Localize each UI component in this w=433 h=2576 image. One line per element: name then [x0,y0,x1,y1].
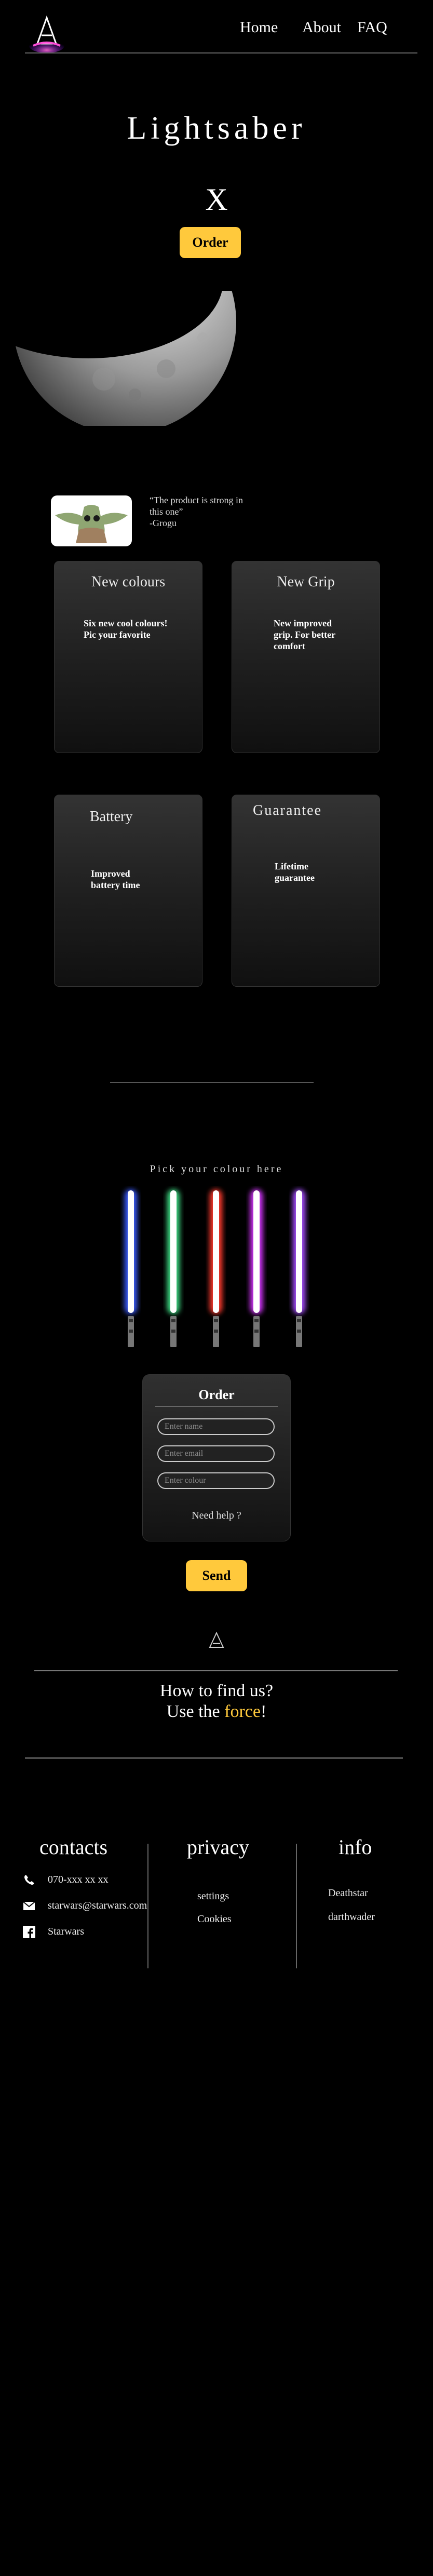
facebook-icon [23,1926,35,1938]
lightsaber-option[interactable] [163,1186,184,1363]
email-input[interactable] [157,1445,275,1462]
find-us-heading: How to find us? [159,1681,274,1700]
footer-divider [25,1757,403,1759]
feature-card-battery: Battery Improved battery time [54,795,202,987]
feature-card-title: New Grip [277,574,335,590]
nav-about-link[interactable]: About [302,19,341,36]
feature-card-title: Guarantee [253,802,322,819]
footer-column-divider [147,1844,148,1968]
order-form-title: Order [198,1387,235,1402]
colour-picker-label: Pick your colour here [150,1163,283,1175]
contact-facebook[interactable]: Starwars [48,1926,84,1938]
feature-card-title: New colours [91,574,166,590]
footer-column-divider [296,1844,297,1968]
close-x-icon[interactable]: X [0,182,433,218]
lightsaber-option[interactable] [120,1186,141,1363]
small-logo-icon [209,1631,224,1648]
privacy-settings-link[interactable]: settings [197,1890,229,1902]
force-highlight: force [224,1702,261,1721]
lightsaber-option[interactable] [206,1186,226,1363]
find-us-prefix: Use the [166,1702,225,1721]
testimonial-author: -Grogu [150,518,177,528]
brand-logo[interactable] [26,14,67,55]
order-form-divider [155,1406,278,1407]
lightsaber-option[interactable] [289,1186,309,1363]
feature-card-colours: New colours Six new cool colours! Pic yo… [54,561,202,753]
nav-faq-link[interactable]: FAQ [357,19,387,36]
mail-icon [23,1901,35,1910]
order-form: Order Need help ? [142,1374,291,1541]
feature-card-text: Lifetime guarantee [275,861,315,883]
phone-icon [24,1875,34,1885]
order-button[interactable]: Order [180,227,241,258]
feature-card-text: Improved battery time [91,868,140,890]
feature-card-grip: New Grip New improved grip. For better c… [232,561,380,753]
info-darthwader-link[interactable]: darthwader [328,1911,375,1923]
send-button[interactable]: Send [186,1560,247,1591]
feature-card-guarantee: Guarantee Lifetime guarantee [232,795,380,987]
privacy-cookies-link[interactable]: Cookies [197,1913,232,1925]
need-help-link[interactable]: Need help ? [143,1510,290,1522]
info-deathstar-link[interactable]: Deathstar [328,1887,368,1899]
contact-email[interactable]: starwars@starwars.com [48,1900,147,1912]
find-us-divider-top [34,1670,398,1671]
grogu-image [51,495,132,546]
footer-contacts-title: contacts [39,1835,108,1859]
name-input[interactable] [157,1418,275,1435]
find-us: How to find us? Use the force! [0,1681,433,1722]
section-divider [110,1082,314,1083]
lightsaber-option[interactable] [246,1186,267,1363]
moon-image [0,291,236,426]
contact-phone[interactable]: 070-xxx xx xx [48,1874,109,1886]
footer-privacy-title: privacy [187,1835,249,1859]
find-us-suffix: ! [260,1702,267,1721]
feature-card-text: New improved grip. For better comfort [274,618,335,651]
page-title: Lightsaber [127,111,306,146]
testimonial: “The product is strong in this one” -Gro… [150,494,243,529]
header-divider [25,52,417,53]
find-us-tagline: Use the force! [0,1701,433,1722]
feature-card-text: Six new cool colours! Pic your favorite [84,618,168,640]
colour-input[interactable] [157,1472,275,1489]
feature-card-title: Battery [90,809,133,825]
testimonial-quote: “The product is strong in this one” [150,495,243,517]
nav-home-link[interactable]: Home [240,19,278,36]
footer-info-title: info [339,1835,372,1859]
